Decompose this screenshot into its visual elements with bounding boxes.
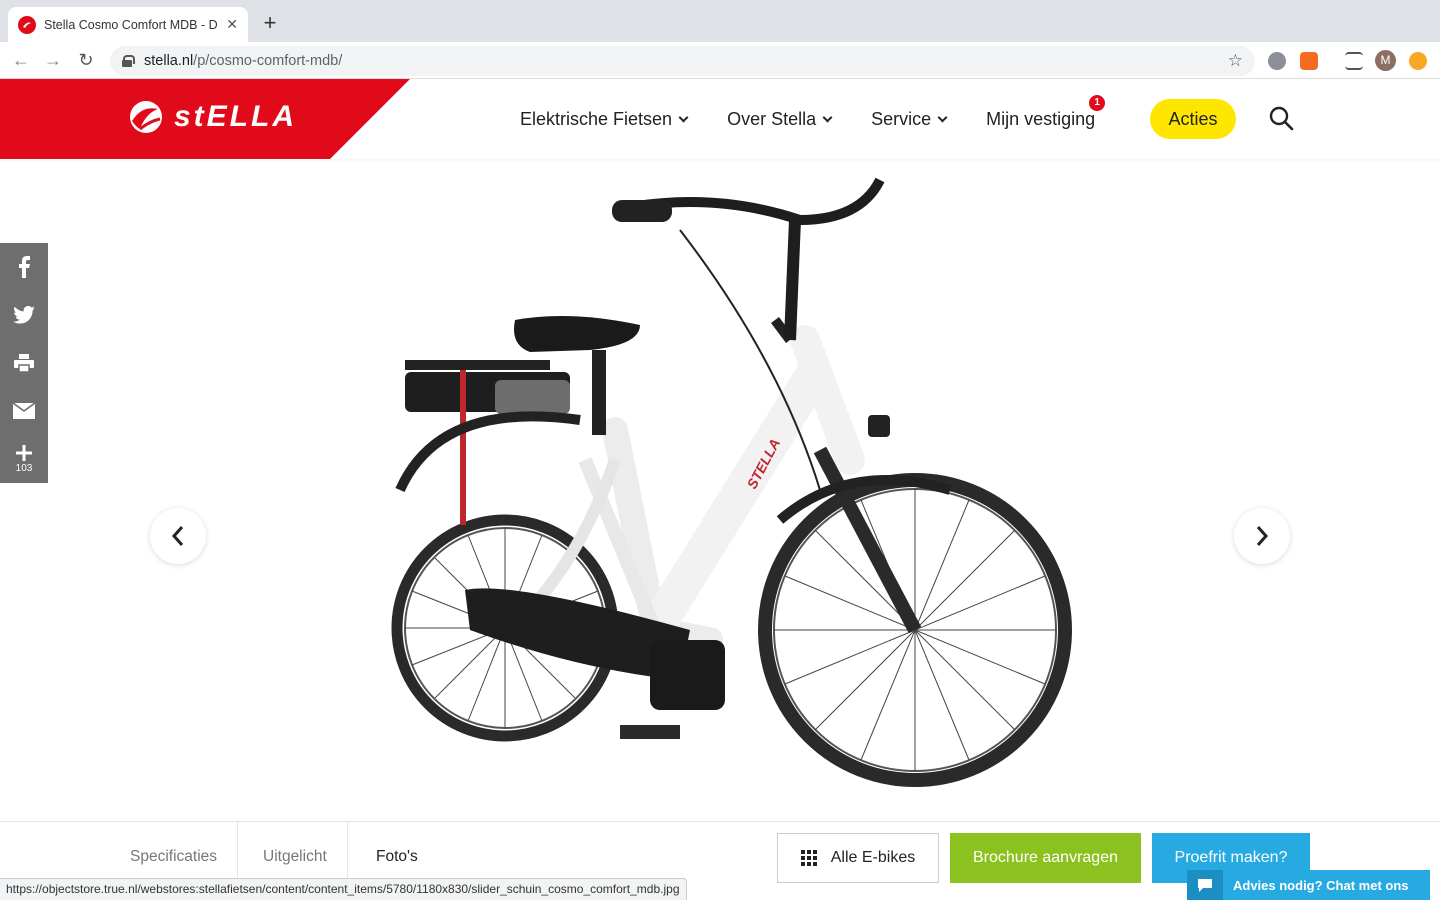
brochure-button[interactable]: Brochure aanvragen <box>950 833 1141 883</box>
tab-close-icon[interactable]: ✕ <box>226 16 238 33</box>
tab-label: Foto's <box>376 848 418 865</box>
chevron-down-icon <box>678 112 689 122</box>
url-host: stella.nl <box>144 53 194 69</box>
chevron-right-icon <box>1256 526 1269 546</box>
chevron-down-icon <box>937 112 948 122</box>
twitter-icon <box>13 306 35 324</box>
extension-update-icon[interactable] <box>1409 52 1427 70</box>
url-text: stella.nl/p/cosmo-comfort-mdb/ <box>144 53 342 69</box>
share-sidebar: 103 <box>0 243 48 483</box>
all-ebikes-button[interactable]: Alle E-bikes <box>777 833 939 883</box>
facebook-share-button[interactable] <box>0 243 48 291</box>
chat-widget[interactable]: Advies nodig? Chat met ons <box>1187 870 1430 900</box>
print-share-button[interactable] <box>0 339 48 387</box>
browser-toolbar: ← → ↻ stella.nl/p/cosmo-comfort-mdb/ ☆ M <box>0 42 1440 79</box>
browser-tabbar: Stella Cosmo Comfort MDB - D ✕ + <box>0 0 1440 42</box>
lock-icon <box>122 55 135 67</box>
chat-bubble-icon <box>1187 870 1223 900</box>
product-bike-image: STELLA <box>391 177 1072 787</box>
mail-share-button[interactable] <box>0 387 48 435</box>
logo-text: stELLA <box>174 100 297 133</box>
browser-tab[interactable]: Stella Cosmo Comfort MDB - D ✕ <box>8 7 248 42</box>
more-share-button[interactable]: 103 <box>0 435 48 483</box>
stella-favicon-icon <box>18 15 36 34</box>
nav-label: Elektrische Fietsen <box>520 108 673 129</box>
reload-icon[interactable]: ↻ <box>75 50 97 72</box>
print-icon <box>14 354 34 372</box>
address-bar[interactable]: stella.nl/p/cosmo-comfort-mdb/ ☆ <box>110 46 1255 76</box>
nav-label: Over Stella <box>727 108 817 129</box>
plus-icon <box>16 444 32 461</box>
tab-label: Uitgelicht <box>263 848 327 865</box>
notification-badge: 1 <box>1089 94 1106 111</box>
analytics-extension-icon[interactable] <box>1300 52 1318 70</box>
carousel-prev-button[interactable] <box>150 508 206 564</box>
search-icon[interactable] <box>1268 105 1294 131</box>
media-control-icon[interactable] <box>1345 52 1363 70</box>
grid-icon <box>800 850 817 866</box>
share-count: 103 <box>15 462 33 474</box>
forward-icon[interactable]: → <box>42 50 64 72</box>
mail-icon <box>13 403 35 419</box>
chevron-down-icon <box>822 112 833 122</box>
url-path: /p/cosmo-comfort-mdb/ <box>193 53 343 69</box>
chevron-left-icon <box>171 526 184 546</box>
bookmark-star-icon[interactable]: ☆ <box>1228 51 1243 71</box>
stella-logo[interactable]: stELLA <box>128 99 297 135</box>
nav-elektrische-fietsen[interactable]: Elektrische Fietsen <box>520 108 689 130</box>
site-header: stELLA Elektrische Fietsen Over Stella S… <box>0 79 1440 159</box>
nav-mijn-vestiging[interactable]: Mijn vestiging 1 <box>986 94 1106 130</box>
carousel-next-button[interactable] <box>1234 508 1290 564</box>
tab-label: Specificaties <box>130 848 218 865</box>
chat-label: Advies nodig? Chat met ons <box>1233 877 1409 893</box>
skype-extension-icon[interactable] <box>1268 52 1286 70</box>
nav-service[interactable]: Service <box>871 108 948 130</box>
profile-avatar[interactable]: M <box>1375 50 1396 71</box>
tab-title: Stella Cosmo Comfort MDB - D <box>44 17 218 32</box>
main-nav: Elektrische Fietsen Over Stella Service … <box>520 79 1135 159</box>
nav-label: Service <box>871 108 932 129</box>
browser-status-bar: https://objectstore.true.nl/webstores:st… <box>0 878 687 900</box>
all-ebikes-label: Alle E-bikes <box>830 849 916 866</box>
acties-button[interactable]: Acties <box>1150 99 1236 139</box>
new-tab-button[interactable]: + <box>258 12 282 36</box>
back-icon[interactable]: ← <box>10 50 32 72</box>
stella-logo-icon <box>130 101 162 133</box>
twitter-share-button[interactable] <box>0 291 48 339</box>
nav-over-stella[interactable]: Over Stella <box>727 108 833 130</box>
facebook-icon <box>19 256 30 278</box>
nav-label: Mijn vestiging <box>986 108 1096 129</box>
